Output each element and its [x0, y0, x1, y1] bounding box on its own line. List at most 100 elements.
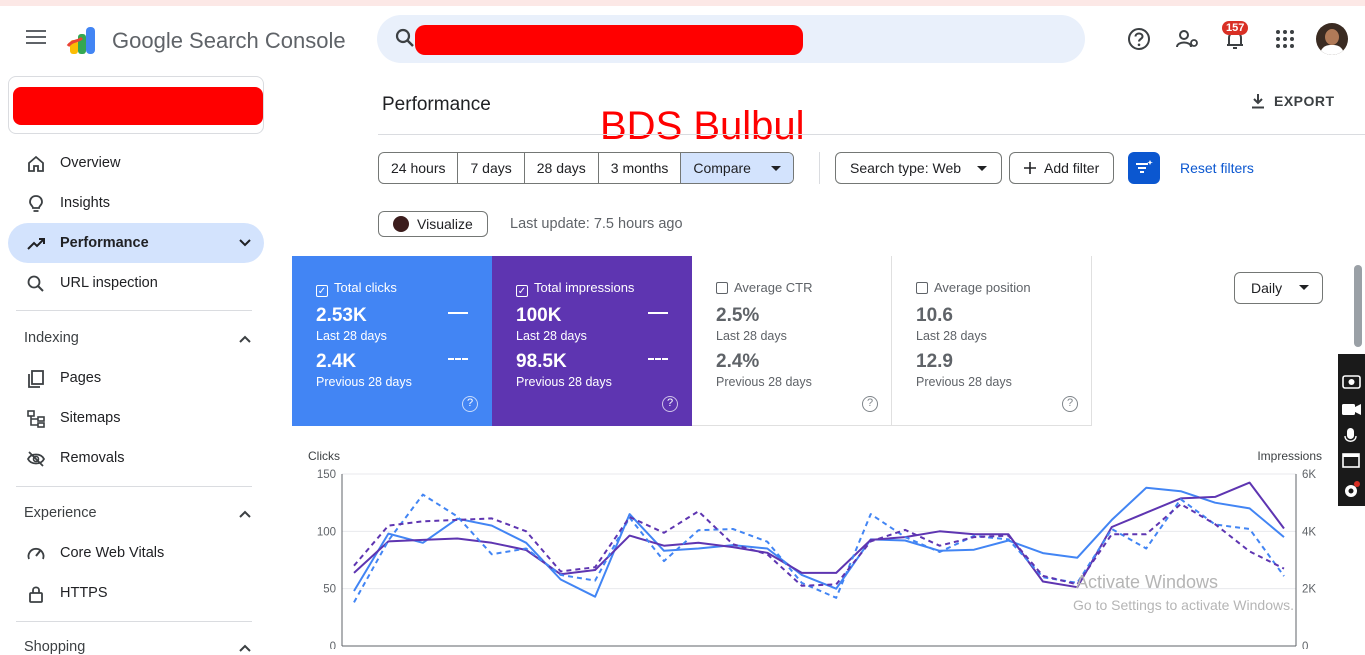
- help-icon[interactable]: ?: [462, 396, 478, 412]
- menu-icon[interactable]: [22, 26, 50, 54]
- export-label: EXPORT: [1274, 93, 1335, 109]
- checkbox-unchecked-icon[interactable]: [916, 282, 928, 294]
- sidebar-item-url-inspection[interactable]: URL inspection: [8, 263, 264, 303]
- sidebar-item-performance[interactable]: Performance: [8, 223, 264, 263]
- range-compare[interactable]: Compare: [681, 153, 793, 183]
- visualize-icon: [393, 216, 409, 232]
- filter-settings-button[interactable]: [1128, 152, 1160, 184]
- avatar[interactable]: [1316, 23, 1348, 55]
- legend-solid-line: [648, 312, 668, 314]
- metric-label: Total impressions: [534, 280, 635, 295]
- add-filter-button[interactable]: Add filter: [1009, 152, 1115, 184]
- plus-icon: [1024, 162, 1036, 174]
- metric-prev-value: 98.5K: [516, 351, 567, 372]
- help-icon[interactable]: ?: [662, 396, 678, 412]
- performance-chart[interactable]: 0 50 100 150 0 2K 4K 6K Clicks Impressions: [300, 446, 1330, 649]
- page-title: Performance: [382, 94, 491, 115]
- lock-icon: [29, 586, 43, 603]
- metric-average-position[interactable]: Average position 10.6 Last 28 days 12.9 …: [892, 256, 1092, 426]
- checkbox-unchecked-icon[interactable]: [716, 282, 728, 294]
- sidebar-item-insights[interactable]: Insights: [8, 183, 264, 223]
- sidebar-item-https[interactable]: HTTPS: [8, 573, 264, 613]
- chevron-up-icon[interactable]: [238, 332, 252, 346]
- metric-period: Last 28 days: [316, 329, 387, 343]
- sidebar: Overview Insights Performance URL inspec…: [0, 70, 280, 655]
- section-indexing[interactable]: Indexing: [24, 330, 79, 346]
- visualize-button[interactable]: Visualize: [378, 211, 488, 237]
- legend-dashed-line: [648, 358, 668, 360]
- metric-prev-value: 12.9: [916, 351, 953, 372]
- legend-solid-line: [448, 312, 468, 314]
- help-icon[interactable]: ?: [862, 396, 878, 412]
- legend-dashed-line: [448, 358, 468, 360]
- range-3-months[interactable]: 3 months: [599, 153, 682, 183]
- y2-tick-label: 4K: [1302, 526, 1316, 538]
- manage-users-icon[interactable]: [1174, 26, 1200, 52]
- metric-total-impressions[interactable]: ✓ Total impressions 100K Last 28 days 98.…: [492, 256, 692, 426]
- last-update-text: Last update: 7.5 hours ago: [510, 216, 683, 232]
- home-icon: [28, 155, 44, 172]
- metric-average-ctr[interactable]: Average CTR 2.5% Last 28 days 2.4% Previ…: [692, 256, 892, 426]
- windows-watermark-title: Activate Windows: [1076, 572, 1219, 592]
- sidebar-item-core-web-vitals[interactable]: Core Web Vitals: [8, 533, 264, 573]
- trending-up-icon: [27, 238, 45, 250]
- sidebar-divider: [16, 486, 252, 487]
- chevron-up-icon[interactable]: [238, 641, 252, 655]
- metric-value: 2.53K: [316, 305, 367, 326]
- metric-label: Average position: [934, 280, 1031, 295]
- metric-prev-period: Previous 28 days: [716, 375, 812, 389]
- visibility-off-icon: [26, 451, 46, 467]
- help-icon[interactable]: ?: [1062, 396, 1078, 412]
- range-28-days[interactable]: 28 days: [525, 153, 599, 183]
- section-experience[interactable]: Experience: [24, 505, 97, 521]
- metric-period: Last 28 days: [516, 329, 587, 343]
- redacted-search-text: [415, 25, 803, 55]
- scrollbar-thumb[interactable]: [1354, 265, 1362, 347]
- metric-value: 10.6: [916, 305, 953, 326]
- sidebar-item-overview[interactable]: Overview: [8, 143, 264, 183]
- metric-total-clicks[interactable]: ✓ Total clicks 2.53K Last 28 days 2.4K Pr…: [292, 256, 492, 426]
- range-7-days[interactable]: 7 days: [458, 153, 525, 183]
- property-selector[interactable]: [8, 76, 264, 134]
- apps-grid-icon[interactable]: [1272, 26, 1298, 52]
- sidebar-item-label: Removals: [60, 450, 125, 466]
- search-bar[interactable]: [377, 15, 1085, 63]
- metric-prev-period: Previous 28 days: [516, 375, 612, 389]
- metric-prev-value: 2.4K: [316, 351, 357, 372]
- metric-period: Last 28 days: [716, 329, 787, 343]
- sidebar-item-label: Pages: [60, 370, 102, 386]
- sidebar-item-label: Sitemaps: [60, 410, 121, 426]
- app-title: Google Search Console: [112, 28, 346, 53]
- export-button[interactable]: EXPORT: [1250, 93, 1335, 109]
- sidebar-item-label: URL inspection: [60, 275, 158, 291]
- dropdown-arrow-icon: [770, 166, 781, 171]
- checkbox-checked-icon[interactable]: ✓: [316, 285, 328, 297]
- y-tick-label: 0: [330, 641, 336, 649]
- metric-prev-period: Previous 28 days: [916, 375, 1012, 389]
- granularity-dropdown[interactable]: Daily: [1234, 272, 1323, 304]
- section-shopping[interactable]: Shopping: [24, 639, 85, 655]
- y-tick-label: 100: [317, 526, 336, 538]
- sidebar-divider: [16, 310, 252, 311]
- y2-tick-label: 0: [1302, 641, 1308, 649]
- overlay-caption: BDS Bulbul: [600, 104, 805, 148]
- reset-filters-link[interactable]: Reset filters: [1180, 160, 1254, 176]
- sidebar-item-removals[interactable]: Removals: [8, 438, 264, 478]
- sidebar-item-pages[interactable]: Pages: [8, 358, 264, 398]
- metric-prev-value: 2.4%: [716, 351, 760, 372]
- checkbox-checked-icon[interactable]: ✓: [516, 285, 528, 297]
- filter-list-icon: [1136, 160, 1153, 173]
- sidebar-item-label: Overview: [60, 155, 121, 171]
- header-divider: [378, 134, 1365, 135]
- dropdown-arrow-icon: [976, 166, 987, 171]
- range-24-hours[interactable]: 24 hours: [379, 153, 459, 183]
- search-type-dropdown[interactable]: Search type: Web: [835, 152, 1002, 184]
- metric-label: Total clicks: [334, 280, 397, 295]
- chevron-up-icon[interactable]: [238, 507, 252, 521]
- search-icon: [395, 28, 414, 47]
- help-icon[interactable]: [1126, 26, 1152, 52]
- sidebar-item-label: HTTPS: [60, 585, 108, 601]
- toolbar-separator: [819, 152, 820, 184]
- metric-prev-period: Previous 28 days: [316, 375, 412, 389]
- sidebar-item-sitemaps[interactable]: Sitemaps: [8, 398, 264, 438]
